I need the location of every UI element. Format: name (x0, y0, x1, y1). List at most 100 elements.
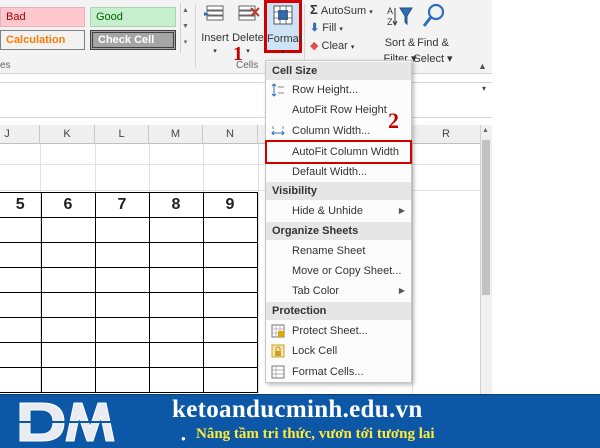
table-cell[interactable] (148, 242, 204, 268)
table-cell[interactable] (94, 317, 150, 343)
clear-button[interactable]: ◆ Clear ▾ (310, 38, 354, 56)
table-cell[interactable]: 6 (40, 192, 96, 218)
column-headers: J K L M N R (0, 125, 492, 144)
table-cell[interactable] (148, 342, 204, 368)
table-cell[interactable] (94, 242, 150, 268)
table-cell[interactable] (40, 367, 96, 393)
table-cell[interactable] (0, 342, 42, 368)
table-cell[interactable] (148, 317, 204, 343)
table-cell[interactable]: 5 (0, 192, 42, 218)
menu-section-protection: Protection (266, 302, 411, 320)
table-cell[interactable]: 8 (148, 192, 204, 218)
table-row: 5 6 7 8 9 (0, 192, 258, 218)
table-cell[interactable] (148, 217, 204, 243)
table-cell[interactable] (40, 292, 96, 318)
menu-item-protect-sheet[interactable]: Protect Sheet... (266, 321, 411, 341)
cell-style-good[interactable]: Good (90, 7, 176, 27)
table-cell[interactable] (148, 292, 204, 318)
scroll-up-icon[interactable]: ▲ (181, 3, 190, 19)
table-cell[interactable] (94, 342, 150, 368)
menu-section-visibility: Visibility (266, 182, 411, 200)
menu-section-cell-size: Cell Size (266, 62, 411, 80)
table-cell[interactable] (202, 367, 258, 393)
collapse-ribbon-icon[interactable]: ▲ (478, 61, 487, 71)
table-cell[interactable] (0, 267, 42, 293)
column-header-m[interactable]: M (149, 125, 203, 144)
menu-item-rename-sheet[interactable]: Rename Sheet (266, 241, 411, 261)
insert-button[interactable]: Insert ▾ (198, 2, 232, 58)
table-cell[interactable] (202, 342, 258, 368)
table-cell[interactable] (202, 317, 258, 343)
dropdown-arrow-icon: ▾ (281, 49, 285, 56)
menu-item-tab-color[interactable]: Tab Color ▶ (266, 281, 411, 301)
find-select-button[interactable]: Find & Select ▾ (413, 2, 453, 67)
table-row (0, 217, 258, 243)
table-cell[interactable] (94, 267, 150, 293)
table-cell[interactable] (94, 367, 150, 393)
format-button[interactable]: Format ▾ (264, 0, 302, 56)
table-cell[interactable] (0, 317, 42, 343)
format-cells-icon (271, 365, 285, 379)
column-header-n[interactable]: N (203, 125, 258, 144)
table-cell[interactable] (148, 367, 204, 393)
table-row (0, 367, 258, 393)
column-header-k[interactable]: K (40, 125, 95, 144)
autosum-button[interactable]: Σ AutoSum ▾ (310, 2, 373, 21)
table-cell[interactable] (0, 217, 42, 243)
delete-cells-icon (238, 5, 260, 21)
more-styles-icon[interactable]: ▾ (181, 35, 190, 51)
menu-section-organize-sheets: Organize Sheets (266, 222, 411, 240)
table-row (0, 267, 258, 293)
insert-label: Insert (201, 32, 229, 44)
table-cell[interactable]: 9 (202, 192, 258, 218)
formula-bar[interactable] (0, 82, 492, 118)
menu-item-row-height[interactable]: Row Height... (266, 80, 411, 100)
sigma-icon: Σ (310, 2, 318, 17)
table-cell[interactable] (202, 217, 258, 243)
scroll-up-icon[interactable]: ▲ (482, 127, 489, 134)
fill-button[interactable]: ⬇ Fill ▾ (310, 20, 343, 38)
window-margin (492, 0, 600, 394)
table-cell[interactable]: 7 (94, 192, 150, 218)
table-cell[interactable] (0, 367, 42, 393)
bullet-icon: ● (181, 434, 186, 443)
scroll-down-icon[interactable]: ▼ (181, 19, 190, 35)
table-cell[interactable] (148, 267, 204, 293)
cell-style-calculation[interactable]: Calculation (0, 30, 85, 50)
find-select-label-1: Find & (417, 37, 449, 49)
cell-style-check-cell[interactable]: Check Cell (90, 30, 176, 50)
menu-item-format-cells[interactable]: Format Cells... (266, 362, 411, 382)
column-header-r[interactable]: R (412, 125, 480, 144)
column-width-icon (271, 126, 285, 136)
table-cell[interactable] (40, 242, 96, 268)
gridline (412, 144, 413, 394)
table-cell[interactable] (40, 267, 96, 293)
menu-item-default-width[interactable]: Default Width... (266, 162, 411, 182)
table-row (0, 317, 258, 343)
expand-formula-bar-icon[interactable]: ▾ (482, 84, 486, 93)
cell-style-bad[interactable]: Bad (0, 7, 85, 27)
table-cell[interactable] (0, 242, 42, 268)
column-header-l[interactable]: L (95, 125, 149, 144)
table-cell[interactable] (94, 292, 150, 318)
table-cell[interactable] (40, 217, 96, 243)
styles-group-label: es (0, 60, 11, 71)
svg-text:Z: Z (387, 17, 393, 27)
scrollbar-thumb[interactable] (482, 140, 490, 295)
table-cell[interactable] (40, 317, 96, 343)
svg-text:A: A (387, 6, 393, 16)
table-cell[interactable] (202, 242, 258, 268)
table-cell[interactable] (202, 267, 258, 293)
table-cell[interactable] (202, 292, 258, 318)
table-cell[interactable] (40, 342, 96, 368)
menu-item-move-copy-sheet[interactable]: Move or Copy Sheet... (266, 261, 411, 281)
footer-banner: ● ketoanducminh.edu.vn Nâng tầm tri thức… (0, 394, 600, 448)
row-height-icon (271, 83, 284, 97)
column-header-j[interactable]: J (0, 125, 40, 144)
styles-gallery-scroll[interactable]: ▲ ▼ ▾ (180, 3, 190, 53)
eraser-icon: ◆ (310, 40, 319, 52)
table-cell[interactable] (0, 292, 42, 318)
menu-item-lock-cell[interactable]: Lock Cell (266, 341, 411, 361)
table-cell[interactable] (94, 217, 150, 243)
menu-item-hide-unhide[interactable]: Hide & Unhide ▶ (266, 201, 411, 221)
